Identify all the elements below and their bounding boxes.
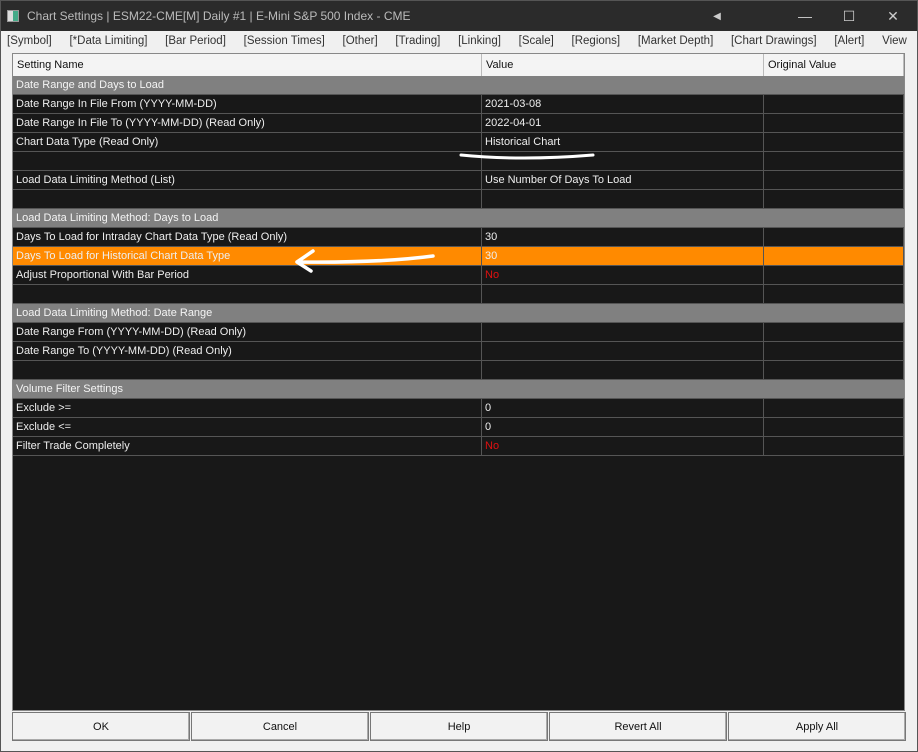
setting-name: Date Range In File To (YYYY-MM-DD) (Read… [13,114,482,132]
help-button[interactable]: Help [370,712,548,741]
settings-tab-bar: [Symbol] [*Data Limiting] [Bar Period] [Ses… [1,31,907,51]
cancel-button[interactable]: Cancel [191,712,369,741]
group-title: Date Range and Days to Load [16,79,164,91]
setting-row[interactable]: Exclude >= 0 [13,399,904,418]
group-title: Load Data Limiting Method: Days to Load [16,212,219,224]
setting-row[interactable]: Days To Load for Intraday Chart Data Typ… [13,228,904,247]
original-value [764,114,904,132]
setting-row[interactable]: Filter Trade Completely No [13,437,904,456]
app-icon [7,10,19,22]
tab-session-times[interactable]: [Session Times] [244,35,325,47]
setting-name: Filter Trade Completely [13,437,482,455]
setting-name: Exclude <= [13,418,482,436]
settings-grid: Setting Name Value Original Value Date R… [12,53,905,711]
original-value [764,228,904,246]
group-header-row[interactable]: Volume Filter Settings [13,380,904,399]
tab-symbol[interactable]: [Symbol] [7,35,52,47]
tab-regions[interactable]: [Regions] [572,35,621,47]
setting-name: Date Range To (YYYY-MM-DD) (Read Only) [13,342,482,360]
empty-row [13,152,904,171]
setting-row[interactable]: Date Range To (YYYY-MM-DD) (Read Only) [13,342,904,361]
setting-value[interactable]: Historical Chart [482,133,764,151]
pin-icon[interactable]: ◀ [697,1,737,31]
setting-value[interactable]: Use Number Of Days To Load [482,171,764,189]
setting-name: Exclude >= [13,399,482,417]
button-bar: OK Cancel Help Revert All Apply All [12,712,907,741]
setting-value[interactable] [482,342,764,360]
setting-name: Date Range In File From (YYYY-MM-DD) [13,95,482,113]
setting-value[interactable]: 30 [482,228,764,246]
setting-value[interactable]: 2022-04-01 [482,114,764,132]
original-value [764,399,904,417]
ok-button[interactable]: OK [12,712,190,741]
column-header-setting-name[interactable]: Setting Name [13,54,482,76]
setting-name: Date Range From (YYYY-MM-DD) (Read Only) [13,323,482,341]
tab-data-limiting[interactable]: [*Data Limiting] [69,35,147,47]
tab-alert[interactable]: [Alert] [834,35,864,47]
tab-scale[interactable]: [Scale] [519,35,554,47]
original-value [764,323,904,341]
original-value [764,342,904,360]
column-header-value[interactable]: Value [482,54,764,76]
empty-row [13,361,904,380]
setting-row[interactable]: Days To Load for Historical Chart Data T… [13,247,904,266]
tab-trading[interactable]: [Trading] [395,35,440,47]
setting-row[interactable]: Date Range In File From (YYYY-MM-DD) 2021… [13,95,904,114]
setting-value[interactable]: 0 [482,418,764,436]
minimize-button[interactable]: — [785,1,825,31]
setting-value[interactable]: 30 [482,247,764,265]
setting-row[interactable]: Exclude <= 0 [13,418,904,437]
setting-name: Chart Data Type (Read Only) [13,133,482,151]
vertical-scrollbar[interactable] [905,53,915,711]
setting-value[interactable]: 2021-03-08 [482,95,764,113]
setting-name: Days To Load for Intraday Chart Data Typ… [13,228,482,246]
setting-name: Adjust Proportional With Bar Period [13,266,482,284]
setting-value[interactable]: No [482,266,764,284]
tab-chart-drawings[interactable]: [Chart Drawings] [731,35,817,47]
original-value [764,133,904,151]
setting-value[interactable]: 0 [482,399,764,417]
close-button[interactable]: ✕ [873,1,913,31]
setting-row[interactable]: Chart Data Type (Read Only) Historical Ch… [13,133,904,152]
original-value [764,247,904,265]
column-header-original-value[interactable]: Original Value [764,54,904,76]
group-header-row[interactable]: Load Data Limiting Method: Days to Load [13,209,904,228]
tab-other[interactable]: [Other] [343,35,378,47]
original-value [764,171,904,189]
setting-value[interactable]: No [482,437,764,455]
tab-market-depth[interactable]: [Market Depth] [638,35,713,47]
original-value [764,95,904,113]
tab-bar-period[interactable]: [Bar Period] [165,35,226,47]
grid-header: Setting Name Value Original Value [13,54,904,76]
setting-name: Load Data Limiting Method (List) [13,171,482,189]
group-header-row[interactable]: Load Data Limiting Method: Date Range [13,304,904,323]
tab-view[interactable]: View [882,35,907,47]
setting-row[interactable]: Load Data Limiting Method (List) Use Numb… [13,171,904,190]
setting-name: Days To Load for Historical Chart Data T… [13,247,482,265]
setting-row[interactable]: Date Range From (YYYY-MM-DD) (Read Only) [13,323,904,342]
title-bar: Chart Settings | ESM22-CME[M] Daily #1 |… [1,1,917,31]
empty-row [13,190,904,209]
setting-row[interactable]: Adjust Proportional With Bar Period No [13,266,904,285]
group-header-row[interactable]: Date Range and Days to Load [13,76,904,95]
group-title: Load Data Limiting Method: Date Range [16,307,213,319]
tab-linking[interactable]: [Linking] [458,35,501,47]
maximize-button[interactable]: ☐ [829,1,869,31]
setting-value[interactable] [482,323,764,341]
setting-row[interactable]: Date Range In File To (YYYY-MM-DD) (Read… [13,114,904,133]
window-title: Chart Settings | ESM22-CME[M] Daily #1 |… [27,9,411,23]
apply-all-button[interactable]: Apply All [728,712,906,741]
revert-all-button[interactable]: Revert All [549,712,727,741]
original-value [764,266,904,284]
empty-row [13,285,904,304]
original-value [764,418,904,436]
group-title: Volume Filter Settings [16,383,123,395]
original-value [764,437,904,455]
